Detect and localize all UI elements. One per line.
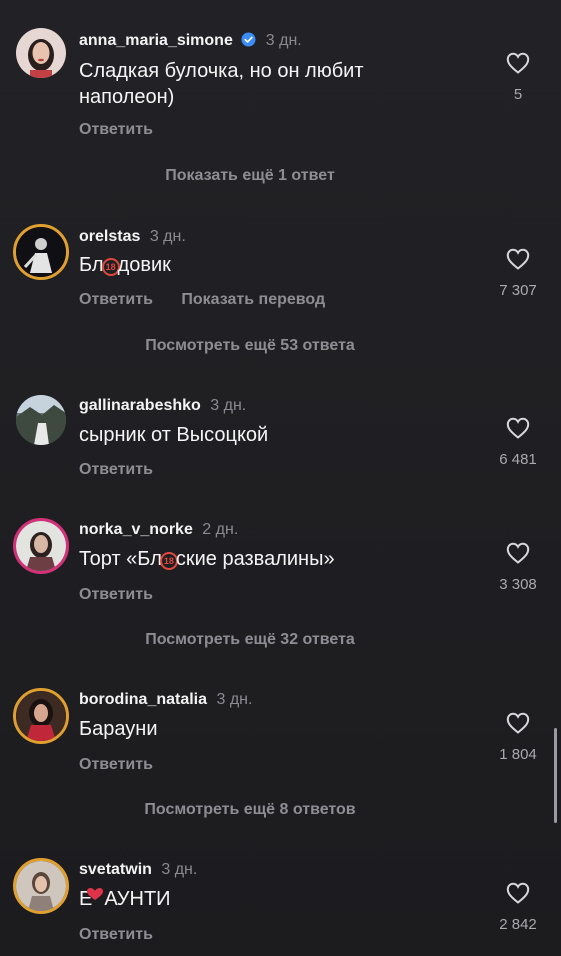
avatar[interactable] (13, 518, 69, 574)
heart-censor-icon (87, 888, 104, 900)
avatar-image (16, 28, 66, 78)
comment-header: gallinarabeshko 3 дн. (79, 397, 246, 415)
like-count: 3 308 (499, 576, 537, 593)
comment-text: Е АУНТИ (79, 886, 479, 912)
username[interactable]: gallinarabeshko (79, 397, 201, 414)
comment-text: Сладкая булочка, но он любит наполеон) (79, 60, 364, 108)
like-count: 7 307 (499, 282, 537, 299)
heart-outline-icon[interactable] (506, 882, 530, 904)
username[interactable]: orelstas (79, 228, 140, 245)
comment-text-part: ские развалины» (175, 548, 335, 570)
like-control: 5 (493, 52, 543, 103)
avatar[interactable] (16, 28, 66, 78)
reply-button[interactable]: Ответить (79, 121, 153, 138)
comment-time: 3 дн. (216, 691, 253, 708)
comment-time: 3 дн. (149, 228, 186, 245)
heart-outline-icon[interactable] (506, 712, 530, 734)
reply-button[interactable]: Ответить (79, 586, 153, 603)
like-count: 5 (513, 86, 523, 103)
like-count: 1 804 (499, 746, 537, 763)
avatar-image (16, 521, 66, 571)
comment-text-part: довик (117, 254, 171, 276)
comment-time: 2 дн. (202, 521, 239, 538)
comment-time: 3 дн. (265, 32, 302, 49)
comment-text: Бл 18 довик (79, 252, 479, 278)
username[interactable]: norka_v_norke (79, 521, 193, 538)
avatar[interactable] (16, 395, 66, 445)
like-count: 2 842 (499, 916, 537, 933)
username[interactable]: svetatwin (79, 861, 152, 878)
like-control: 6 481 (493, 417, 543, 468)
avatar[interactable] (13, 858, 69, 914)
heart-outline-icon[interactable] (506, 417, 530, 439)
comment-header: norka_v_norke 2 дн. (79, 521, 238, 539)
scrollbar[interactable] (554, 728, 557, 823)
comment-text-part: АУНТИ (104, 888, 171, 910)
comment-header: svetatwin 3 дн. (79, 861, 197, 879)
username[interactable]: borodina_natalia (79, 691, 207, 708)
heart-outline-icon[interactable] (506, 542, 530, 564)
comment-header: borodina_natalia 3 дн. (79, 691, 252, 709)
comment-header: orelstas 3 дн. (79, 228, 186, 246)
comment-actions: Ответить Показать перевод (79, 291, 325, 309)
avatar-image (16, 861, 66, 911)
avatar-image (16, 691, 66, 741)
view-more-replies[interactable]: Посмотреть ещё 32 ответа (0, 631, 500, 649)
comment-header: anna_maria_simone 3 дн. (79, 32, 302, 50)
comment-text-part: Бл (79, 254, 104, 276)
comment-time: 3 дн. (161, 861, 198, 878)
comment-actions: Ответить (79, 586, 153, 604)
comment-actions: Ответить (79, 461, 153, 479)
verified-badge-icon (241, 32, 256, 47)
show-more-replies[interactable]: Показать ещё 1 ответ (0, 167, 500, 185)
heart-outline-icon[interactable] (506, 52, 530, 74)
comment-actions: Ответить (79, 121, 153, 139)
comment-time: 3 дн. (210, 397, 247, 414)
view-more-replies[interactable]: Посмотреть ещё 8 ответов (0, 801, 500, 819)
reply-button[interactable]: Ответить (79, 461, 153, 478)
like-control: 7 307 (493, 248, 543, 299)
view-more-replies[interactable]: Посмотреть ещё 53 ответа (0, 337, 500, 355)
avatar-image (16, 227, 66, 277)
comment-text: сырник от Высоцкой (79, 424, 269, 446)
like-control: 2 842 (493, 882, 543, 933)
show-translation-button[interactable]: Показать перевод (181, 291, 325, 308)
like-control: 1 804 (493, 712, 543, 763)
comment-text-part: Торт «Бл (79, 548, 162, 570)
avatar[interactable] (13, 688, 69, 744)
like-control: 3 308 (493, 542, 543, 593)
like-count: 6 481 (499, 451, 537, 468)
comment-actions: Ответить (79, 926, 153, 944)
comment-actions: Ответить (79, 756, 153, 774)
comment-text: Барауни (79, 718, 158, 740)
heart-outline-icon[interactable] (506, 248, 530, 270)
comment-text: Торт «Бл 18 ские развалины» (79, 546, 479, 572)
reply-button[interactable]: Ответить (79, 926, 153, 943)
reply-button[interactable]: Ответить (79, 756, 153, 773)
comments-page: anna_maria_simone 3 дн. Сладкая булочка,… (0, 0, 561, 956)
avatar-image (16, 395, 66, 445)
reply-button[interactable]: Ответить (79, 291, 153, 308)
avatar[interactable] (13, 224, 69, 280)
username[interactable]: anna_maria_simone (79, 32, 233, 49)
